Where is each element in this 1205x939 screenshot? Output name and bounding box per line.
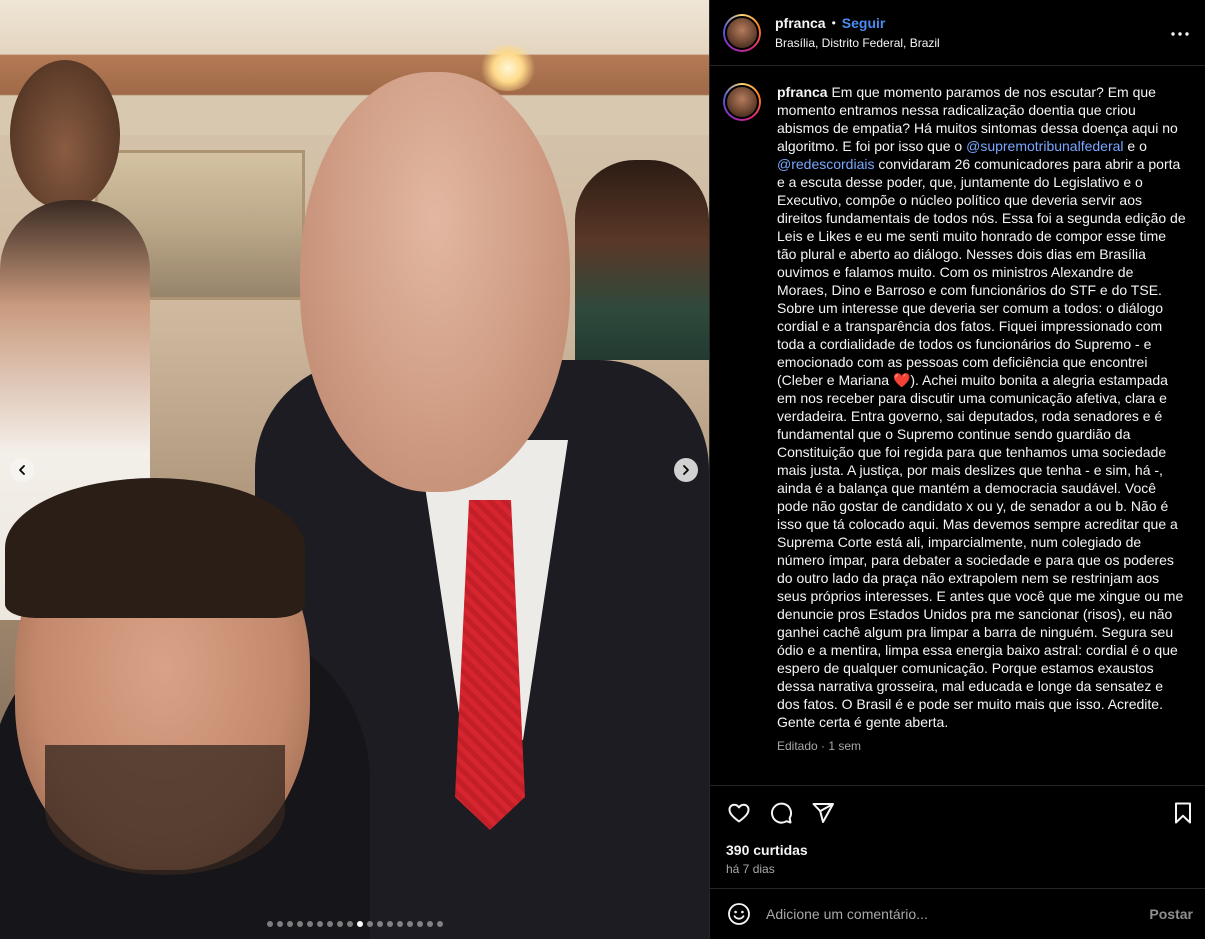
- comment-button[interactable]: [768, 800, 794, 826]
- chevron-right-icon: [683, 465, 689, 475]
- carousel-dot: [366, 921, 373, 927]
- edited-label: Editado · 1 sem: [777, 739, 862, 753]
- share-button[interactable]: [810, 800, 836, 826]
- carousel-dot: [266, 921, 273, 927]
- author-avatar[interactable]: [723, 13, 761, 52]
- post-header: pfranca • Seguir Brasília, Distrito Fede…: [710, 0, 1205, 66]
- post-comment-button[interactable]: Postar: [1149, 906, 1193, 922]
- caption-text: pfranca Em que momento paramos de nos es…: [777, 83, 1186, 731]
- post-media[interactable]: [0, 0, 709, 939]
- heart-icon: [728, 803, 750, 823]
- likes-count[interactable]: 390 curtidas: [726, 842, 808, 858]
- carousel-dot: [306, 921, 313, 927]
- more-icon: [1171, 32, 1189, 36]
- caption-avatar[interactable]: [723, 83, 761, 121]
- carousel-dot: [286, 921, 293, 927]
- photo-front-person-hair: [5, 478, 305, 618]
- photo-background-person-right: [575, 160, 709, 360]
- follow-button[interactable]: Seguir: [842, 15, 886, 31]
- caption-username[interactable]: pfranca: [777, 84, 828, 100]
- caption-part-3: convidaram 26 comunicadores para abrir a…: [777, 156, 1186, 730]
- avatar-image: [725, 15, 759, 50]
- emoji-icon: [728, 903, 750, 925]
- mention-link-redescordiais[interactable]: @redescordiais: [777, 156, 874, 172]
- carousel-dot: [386, 921, 393, 927]
- chevron-left-icon: [19, 465, 25, 475]
- post-side-panel: pfranca • Seguir Brasília, Distrito Fede…: [709, 0, 1205, 939]
- carousel-dot: [426, 921, 433, 927]
- photo-background-person: [10, 60, 120, 210]
- comment-bar: Postar: [710, 888, 1205, 939]
- carousel-dot: [346, 921, 353, 927]
- more-options-button[interactable]: [1168, 22, 1192, 46]
- carousel-dot: [396, 921, 403, 927]
- carousel-prev-button[interactable]: [10, 458, 34, 482]
- separator-dot: •: [831, 16, 836, 30]
- author-username[interactable]: pfranca: [775, 15, 826, 31]
- like-button[interactable]: [726, 800, 752, 826]
- carousel-dot: [326, 921, 333, 927]
- carousel-dot: [296, 921, 303, 927]
- mention-link-stf[interactable]: @supremotribunalfederal: [966, 138, 1123, 154]
- carousel-dot: [376, 921, 383, 927]
- photo-front-person-beard: [45, 745, 285, 875]
- carousel-dot: [416, 921, 423, 927]
- bookmark-icon: [1175, 802, 1191, 824]
- caption-part-2: e o: [1123, 138, 1147, 154]
- save-button[interactable]: [1170, 800, 1196, 826]
- carousel-dot: [406, 921, 413, 927]
- post-date[interactable]: há 7 dias: [726, 862, 775, 876]
- carousel-dot: [336, 921, 343, 927]
- photo-chandelier: [480, 45, 536, 91]
- caption-section: pfranca Em que momento paramos de nos es…: [710, 67, 1205, 785]
- carousel-dot: [356, 921, 363, 927]
- carousel-dot: [436, 921, 443, 927]
- photo-bald-man-face: [300, 72, 570, 492]
- share-icon: [812, 803, 834, 823]
- comment-input[interactable]: [766, 906, 1136, 922]
- carousel-dot: [316, 921, 323, 927]
- post-location[interactable]: Brasília, Distrito Federal, Brazil: [775, 36, 940, 50]
- avatar-image: [725, 85, 759, 119]
- carousel-next-button[interactable]: [674, 458, 698, 482]
- carousel-indicator: [0, 921, 709, 927]
- emoji-button[interactable]: [726, 901, 752, 927]
- carousel-dot: [276, 921, 283, 927]
- comment-icon: [771, 802, 793, 824]
